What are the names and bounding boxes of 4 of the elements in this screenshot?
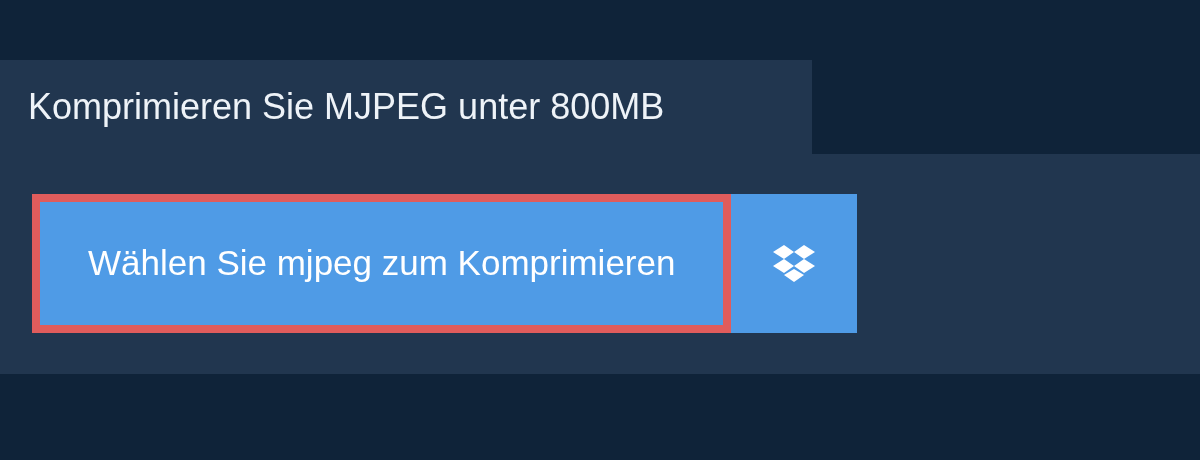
- tab-title: Komprimieren Sie MJPEG unter 800MB: [0, 60, 812, 154]
- choose-file-button[interactable]: Wählen Sie mjpeg zum Komprimieren: [32, 194, 732, 333]
- cloud-upload-button[interactable]: [731, 194, 858, 333]
- diamond-pattern-icon: [773, 244, 816, 283]
